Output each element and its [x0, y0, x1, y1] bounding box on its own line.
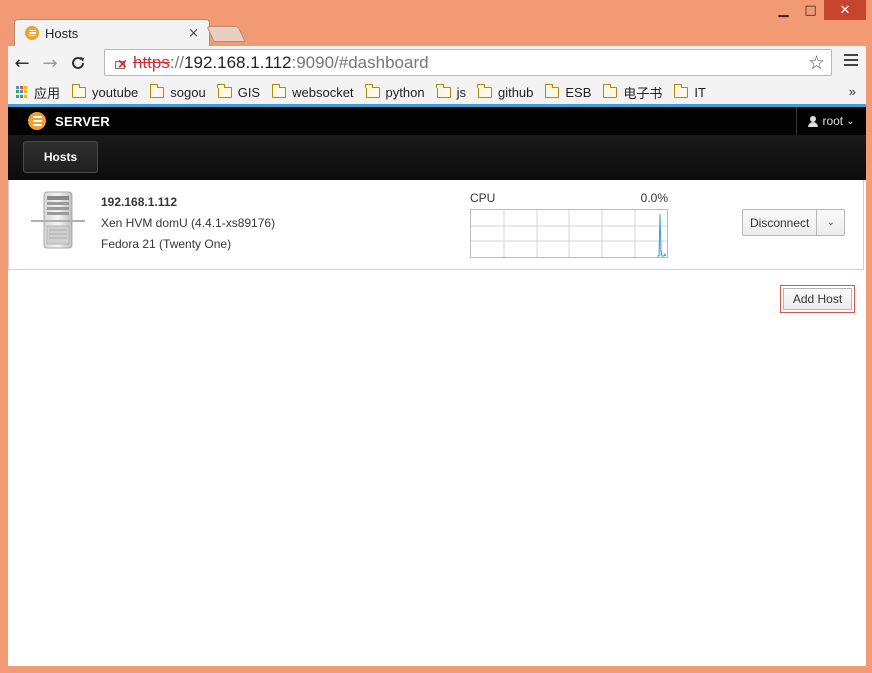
folder-icon — [71, 83, 87, 98]
close-window-button[interactable]: ✕ — [824, 0, 866, 20]
bookmark-ebooks[interactable]: 电子书 — [602, 83, 662, 102]
bookmark-youtube[interactable]: youtube — [71, 83, 138, 100]
apps-grid-icon — [16, 86, 28, 98]
user-name: root — [822, 114, 844, 128]
bookmark-websocket[interactable]: websocket — [271, 83, 354, 100]
cpu-value: 0.0% — [640, 191, 668, 205]
folder-icon — [217, 83, 232, 98]
bookmark-gis[interactable]: GIS — [217, 83, 260, 100]
folder-icon — [544, 83, 560, 98]
bookmark-esb[interactable]: ESB — [544, 83, 591, 100]
cpu-grid — [471, 210, 667, 257]
cockpit-logo-icon — [25, 26, 39, 40]
tab-title: Hosts — [45, 25, 79, 41]
url-text[interactable]: https://192.168.1.112:9090/#dashboard — [133, 53, 429, 73]
bookmark-star-icon[interactable]: ☆ — [808, 52, 825, 74]
bookmark-sogou[interactable]: sogou — [149, 83, 206, 100]
cpu-plot — [470, 209, 668, 258]
server-logo-icon — [28, 112, 46, 130]
bookmark-it[interactable]: IT — [673, 83, 706, 100]
user-menu[interactable]: root ⌄ — [796, 107, 866, 135]
cpu-graph: CPU 0.0% — [470, 191, 668, 258]
folder-icon — [602, 83, 618, 98]
host-row[interactable]: 192.168.1.112 Xen HVM domU (4.4.1-xs8917… — [8, 180, 864, 270]
app-topbar: SERVER root ⌄ — [8, 107, 866, 135]
bookmark-python[interactable]: python — [365, 83, 425, 100]
back-button[interactable]: ← — [8, 49, 36, 77]
bookmark-js[interactable]: js — [436, 83, 466, 100]
browser-window: ▁ □ ✕ Hosts × ← → × https://192.168.1.11… — [0, 0, 872, 673]
chevron-down-icon: ⌄ — [846, 115, 855, 127]
window-controls: ▁ □ ✕ — [770, 0, 866, 22]
folder-icon — [673, 83, 689, 98]
app-subnav: Hosts — [8, 135, 866, 180]
tab-close-icon[interactable]: × — [188, 26, 199, 41]
folder-icon — [436, 83, 451, 98]
disconnect-split-button: Disconnect ⌄ — [742, 209, 846, 236]
bookmarks-overflow-button[interactable]: » — [849, 84, 856, 99]
bookmarks-bar: 应用 youtube sogou GIS websocket python js… — [8, 80, 866, 104]
reload-button[interactable] — [64, 49, 92, 77]
maximize-button[interactable]: □ — [797, 0, 824, 20]
server-tower-icon — [31, 191, 85, 249]
folder-icon — [271, 83, 287, 98]
bookmark-apps[interactable]: 应用 — [16, 83, 60, 102]
host-os: Fedora 21 (Twenty One) — [101, 237, 232, 251]
host-details: 192.168.1.112 Xen HVM domU (4.4.1-xs8917… — [101, 192, 275, 255]
broken-lock-icon: × — [115, 56, 128, 72]
folder-icon — [365, 83, 380, 98]
browser-toolbar: ← → × https://192.168.1.112:9090/#dashbo… — [8, 46, 866, 80]
folder-icon — [477, 83, 492, 98]
add-host-highlight: Add Host — [780, 285, 855, 313]
cpu-label: CPU — [470, 191, 496, 205]
user-icon — [808, 115, 819, 127]
forward-button[interactable]: → — [36, 49, 64, 77]
page-content: SERVER root ⌄ Hosts 192.168.1.112 Xen HV… — [8, 104, 866, 666]
browser-tab-hosts[interactable]: Hosts × — [14, 19, 210, 46]
host-address[interactable]: 192.168.1.112 — [101, 192, 275, 213]
brand-title: SERVER — [55, 113, 111, 129]
minimize-button[interactable]: ▁ — [770, 0, 797, 20]
disconnect-button[interactable]: Disconnect — [743, 210, 818, 235]
host-hardware: Xen HVM domU (4.4.1-xs89176) — [101, 216, 276, 230]
bookmark-github[interactable]: github — [477, 83, 533, 100]
chevron-down-icon[interactable]: ⌄ — [817, 210, 844, 235]
new-tab-button[interactable] — [206, 26, 246, 42]
reload-icon — [72, 56, 84, 69]
add-host-button[interactable]: Add Host — [783, 288, 852, 310]
folder-icon — [149, 83, 165, 98]
address-bar[interactable]: × https://192.168.1.112:9090/#dashboard … — [104, 49, 832, 76]
browser-menu-icon[interactable] — [842, 52, 860, 68]
tab-hosts[interactable]: Hosts — [23, 141, 98, 173]
